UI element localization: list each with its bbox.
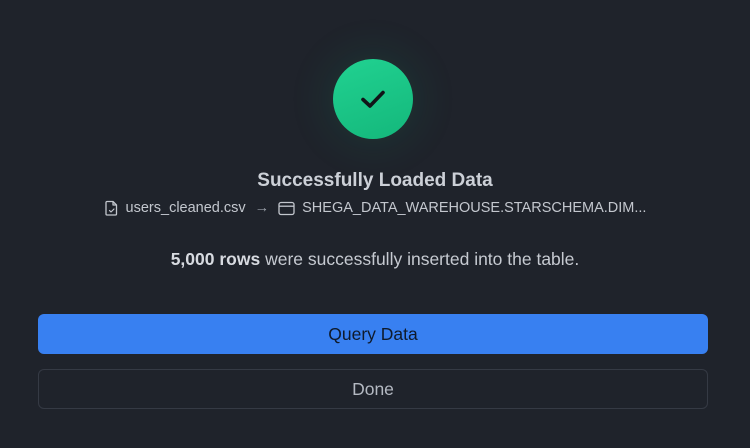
result-message: 5,000 rows were successfully inserted in… xyxy=(0,247,750,271)
check-icon xyxy=(361,90,385,108)
load-success-dialog: Successfully Loaded Data users_cleaned.c… xyxy=(0,0,750,448)
file-icon xyxy=(104,200,119,216)
done-button[interactable]: Done xyxy=(38,369,708,409)
success-badge xyxy=(333,59,413,139)
arrow-right-icon: → xyxy=(254,200,270,216)
message-suffix: were successfully inserted into the tabl… xyxy=(265,249,580,269)
dialog-title: Successfully Loaded Data xyxy=(257,170,493,191)
rows-count: 5,000 rows xyxy=(170,249,261,269)
destination-table-name: SHEGA_DATA_WAREHOUSE.STARSCHEMA.DIM... xyxy=(302,200,647,216)
query-data-button[interactable]: Query Data xyxy=(38,314,708,354)
table-icon xyxy=(278,201,295,216)
source-file-name: users_cleaned.csv xyxy=(125,200,246,216)
load-path: users_cleaned.csv → SHEGA_DATA_WAREHOUSE… xyxy=(0,198,750,218)
